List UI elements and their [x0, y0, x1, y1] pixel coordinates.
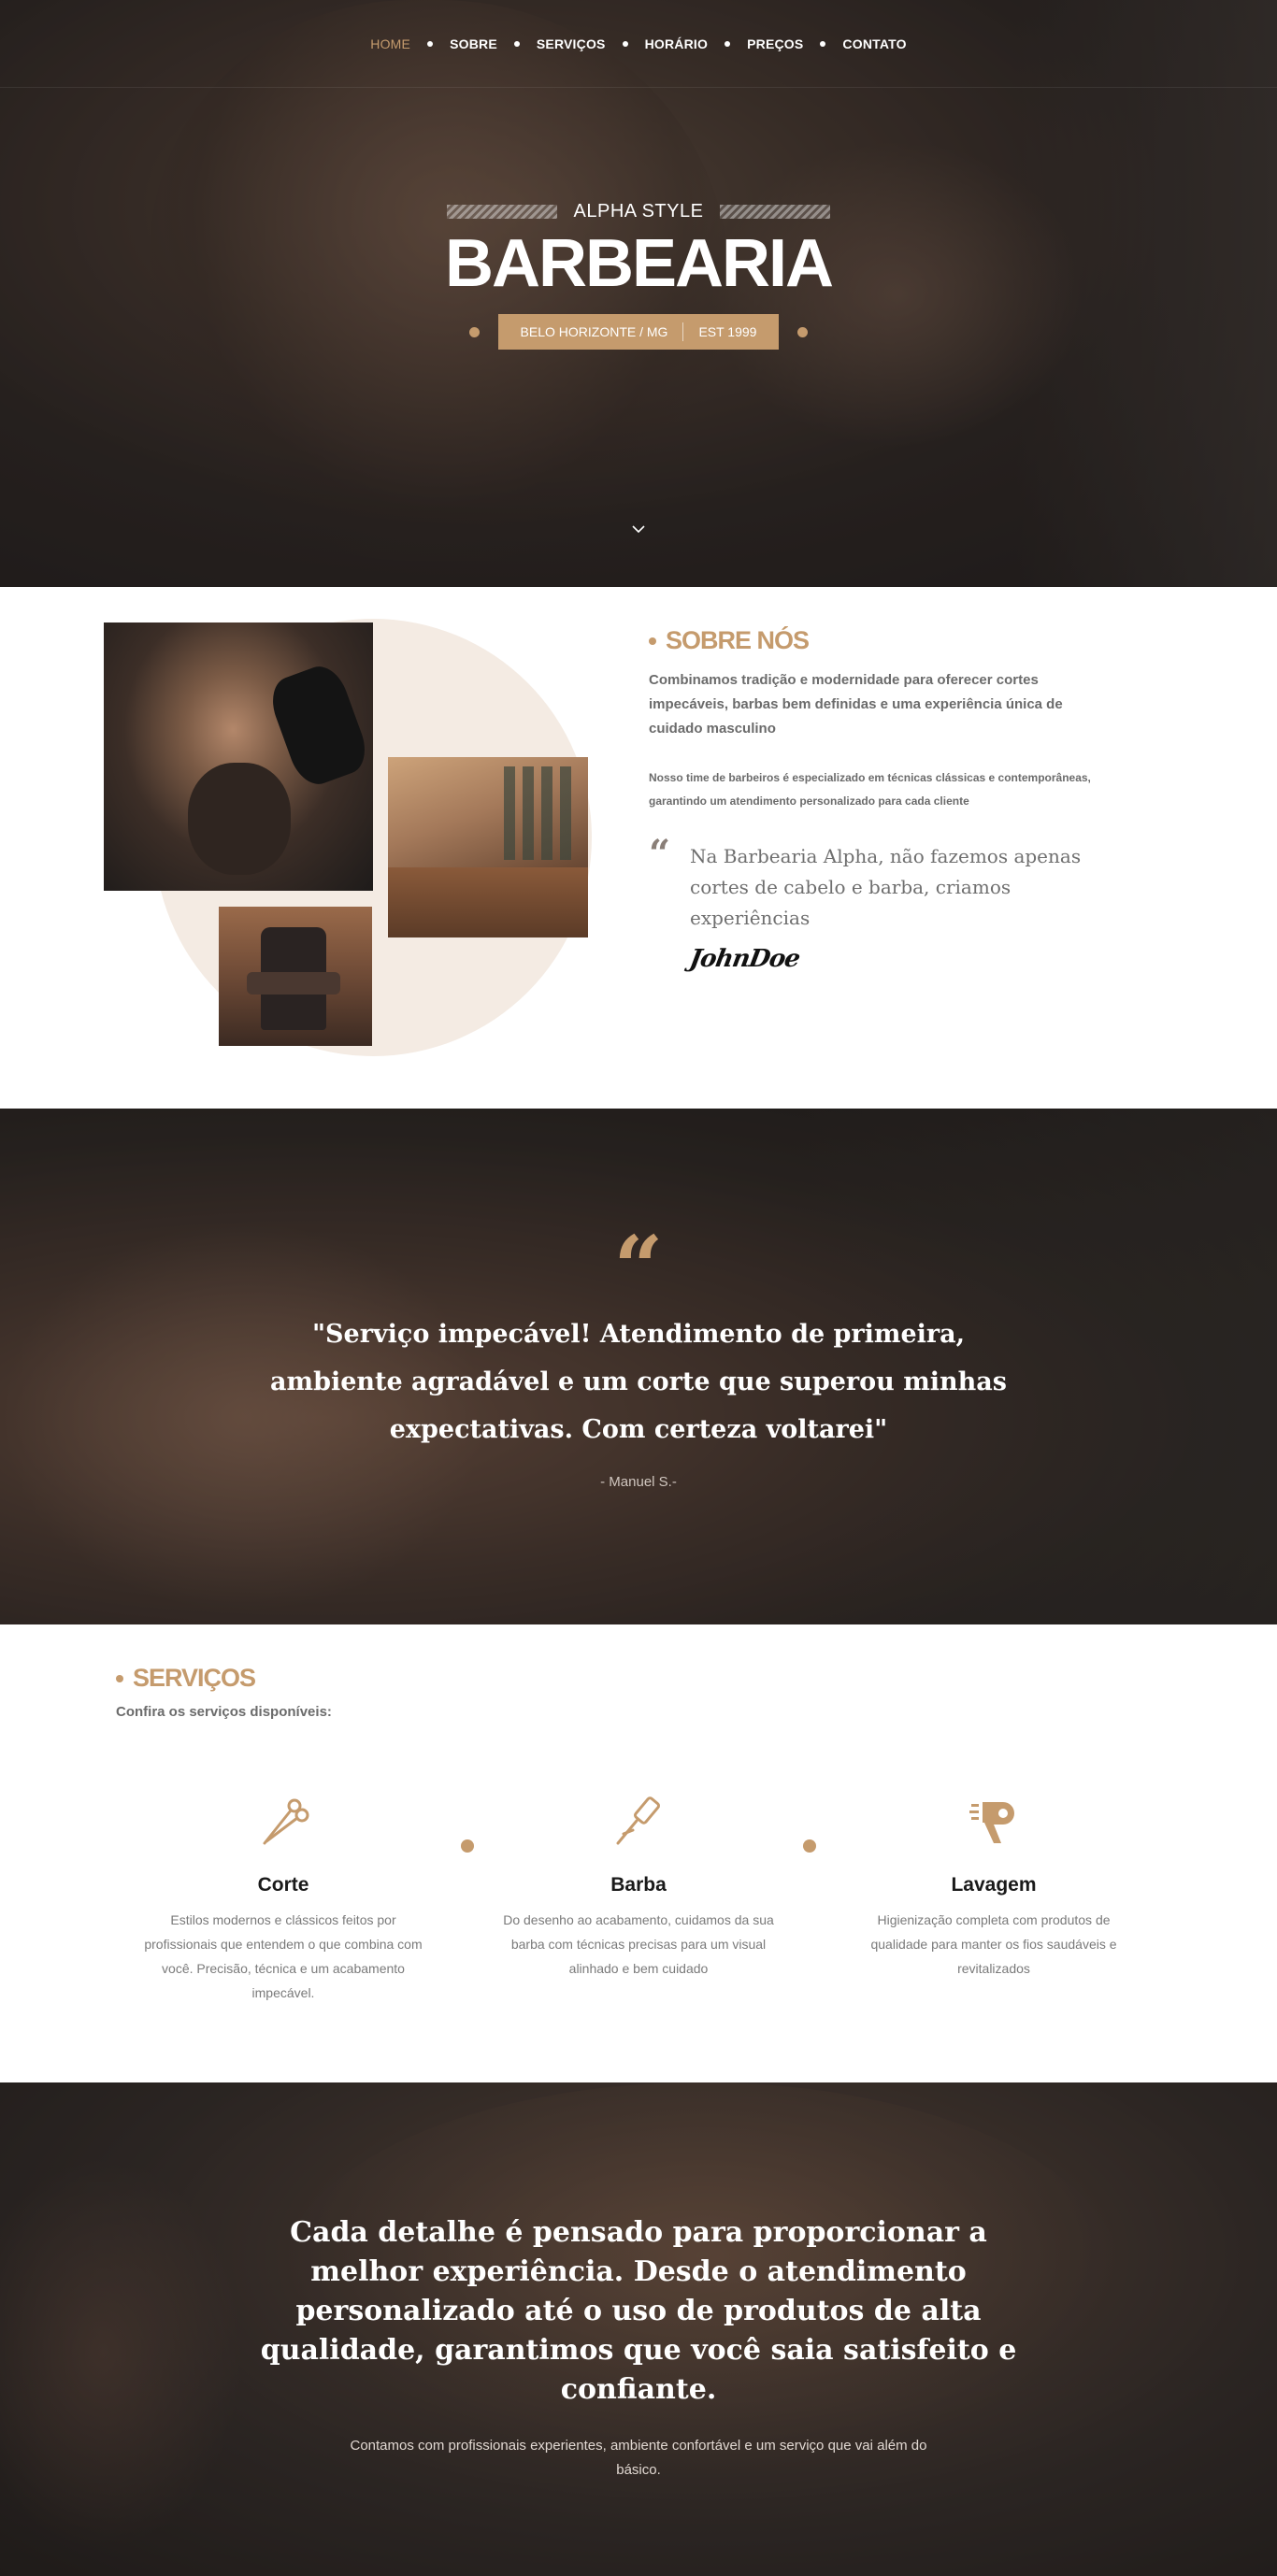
about-description: Nosso time de barbeiros é especializado … [649, 771, 1091, 808]
service-card-corte[interactable]: Corte Estilos modernos e clássicos feito… [143, 1793, 423, 2005]
closing-title: Cada detalhe é pensado para proporcionar… [260, 2216, 1017, 2406]
nav-separator [513, 40, 520, 47]
hero-tagline: ALPHA STYLE [573, 201, 704, 222]
main-nav: HOME SOBRE SERVIÇOS HORÁRIO PREÇOS CONTA… [0, 0, 1277, 88]
photo-detail [264, 659, 373, 792]
closing-content: Cada detalhe é pensado para proporcionar… [0, 2213, 1277, 2483]
nav-precos[interactable]: PREÇOS [747, 36, 803, 51]
location-badge: BELO HORIZONTE / MG EST 1999 [497, 314, 780, 350]
about-section: SOBRE NÓS Combinamos tradição e modernid… [0, 587, 1277, 1109]
quote-icon: “ [649, 832, 671, 876]
decorative-dot [797, 326, 809, 337]
about-lead: Combinamos tradição e modernidade para o… [649, 672, 1063, 737]
nav-contato[interactable]: CONTATO [842, 36, 906, 51]
decorative-dot [468, 326, 480, 337]
hair-dryer-icon [969, 1802, 1014, 1843]
testimonial-author: - Manuel S.- [600, 1474, 677, 1490]
service-card-barba[interactable]: Barba Do desenho ao acabamento, cuidamos… [498, 1793, 779, 1981]
nav-horario[interactable]: HORÁRIO [645, 36, 709, 51]
nav-separator [427, 40, 434, 47]
nav-separator [725, 40, 731, 47]
service-description: Estilos modernos e clássicos feitos por … [144, 1912, 423, 2000]
services-title-row: SERVIÇOS [116, 1664, 332, 1693]
about-heading: SOBRE NÓS [649, 626, 1116, 655]
service-separator [461, 1839, 474, 1853]
closing-section: Cada detalhe é pensado para proporcionar… [0, 2082, 1277, 2576]
testimonial-section: “ "Serviço impecável! Atendimento de pri… [0, 1109, 1277, 1624]
hero-content: ALPHA STYLE BARBEARIA BELO HORIZONTE / M… [0, 201, 1277, 350]
chevron-down-icon[interactable] [629, 520, 648, 538]
about-quote-text: Na Barbearia Alpha, não fazemos apenas c… [690, 845, 1082, 929]
service-title: Corte [257, 1874, 309, 1896]
services-list: Corte Estilos modernos e clássicos feito… [0, 1793, 1277, 2036]
about-text: SOBRE NÓS Combinamos tradição e modernid… [649, 626, 1116, 973]
hero-section: HOME SOBRE SERVIÇOS HORÁRIO PREÇOS CONTA… [0, 0, 1277, 587]
barber-client-photo [104, 623, 373, 891]
about-quote: “ Na Barbearia Alpha, não fazemos apenas… [649, 832, 1116, 973]
service-separator [803, 1839, 816, 1853]
barber-chair-photo [219, 907, 372, 1046]
photo-detail [388, 867, 588, 937]
services-title: SERVIÇOS [133, 1664, 256, 1692]
nav-sobre[interactable]: SOBRE [450, 36, 497, 51]
service-title: Lavagem [951, 1874, 1037, 1896]
nav-separator [622, 40, 628, 47]
nav-separator [820, 40, 826, 47]
barber-tools-photo [388, 757, 588, 937]
hero-location-row: BELO HORIZONTE / MG EST 1999 [0, 314, 1277, 350]
scissors-icon [263, 1798, 309, 1845]
services-subtitle: Confira os serviços disponíveis: [116, 1704, 332, 1720]
nav-home[interactable]: HOME [370, 36, 410, 51]
service-description: Higienização completa com produtos de qu… [870, 1912, 1117, 1976]
decorative-stripe [446, 205, 557, 219]
testimonial-quote: "Serviço impecável! Atendimento de prime… [270, 1320, 1007, 1444]
badge-divider [682, 322, 684, 341]
hero-tagline-row: ALPHA STYLE [0, 201, 1277, 222]
signature: JohnDoe [687, 945, 802, 973]
service-card-lavagem[interactable]: Lavagem Higienização completa com produt… [854, 1793, 1134, 1981]
location-text: BELO HORIZONTE / MG [520, 324, 668, 339]
service-description: Do desenho ao acabamento, cuidamos da su… [503, 1912, 774, 1976]
photo-detail [247, 972, 340, 995]
nav-servicos[interactable]: SERVIÇOS [537, 36, 606, 51]
services-heading: SERVIÇOS Confira os serviços disponíveis… [116, 1664, 332, 1720]
decorative-stripe [720, 205, 831, 219]
established-text: EST 1999 [698, 324, 757, 339]
closing-text: Contamos com profissionais experientes, … [350, 2438, 927, 2478]
razor-icon [616, 1796, 660, 1845]
heading-dot [649, 637, 656, 645]
photo-detail [188, 763, 291, 875]
quote-icon: “ [613, 1217, 664, 1318]
testimonial-content: “ "Serviço impecável! Atendimento de pri… [0, 1217, 1277, 1490]
services-section: SERVIÇOS Confira os serviços disponíveis… [0, 1624, 1277, 2082]
photo-detail [504, 766, 579, 860]
hero-title: BARBEARIA [445, 226, 834, 301]
service-title: Barba [610, 1874, 667, 1896]
about-title: SOBRE NÓS [666, 626, 810, 654]
heading-dot [116, 1674, 123, 1682]
